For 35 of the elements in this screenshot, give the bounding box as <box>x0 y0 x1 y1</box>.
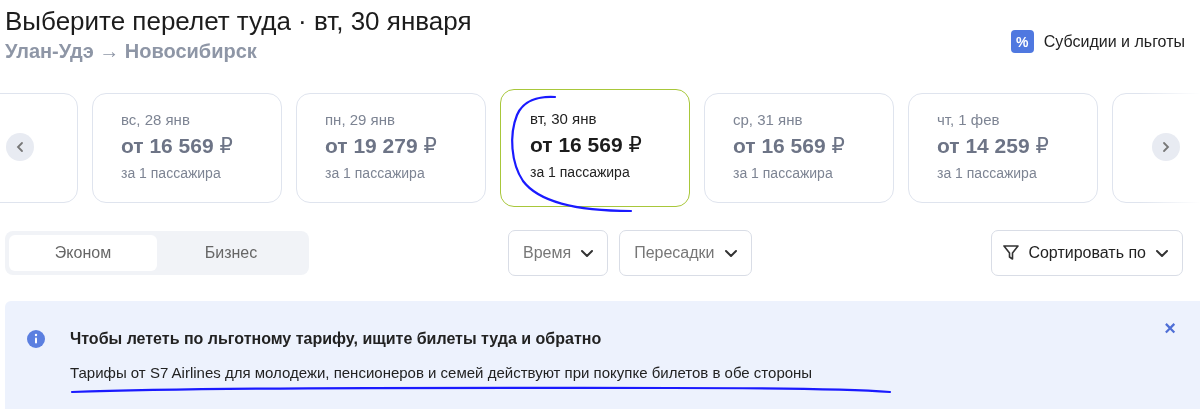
card-price: от 14 259 ₽ <box>937 134 1050 158</box>
banner-title: Чтобы лететь по льготному тарифу, ищите билеты туда и обратно <box>70 330 603 348</box>
card-date: вт, 30 янв <box>530 110 598 127</box>
info-icon <box>27 330 45 348</box>
close-button[interactable]: × <box>1160 320 1180 336</box>
page-title: Выберите перелет туда · вт, 30 января <box>5 5 472 37</box>
card-note: за 1 пассажира <box>121 165 222 181</box>
cabin-tab[interactable]: Эконом <box>9 235 157 271</box>
card-note: за 1 пассажира <box>530 164 631 180</box>
cabin-tab[interactable]: Бизнес <box>157 235 305 271</box>
date-card[interactable]: вт, 30 янв от 16 569 ₽ за 1 пассажира <box>500 89 690 207</box>
card-note: за 1 пассажира <box>733 165 834 181</box>
card-date: пн, 29 янв <box>325 111 396 128</box>
route-text: Улан-Удэ → Новосибирск <box>5 40 258 63</box>
card-price: от 19 279 ₽ <box>325 134 438 158</box>
card-note: за 1 пассажира <box>325 165 426 181</box>
date-card[interactable]: чт, 1 фев от 14 259 ₽ за 1 пассажира <box>908 93 1098 203</box>
card-date: ср, 31 янв <box>733 111 804 128</box>
card-price: от 16 569 ₽ <box>530 133 643 157</box>
subsidies-text: Субсидии и льготы <box>1043 32 1185 51</box>
card-price: от 16 569 ₽ <box>121 134 234 158</box>
date-card[interactable]: пн, 29 янв от 19 279 ₽ за 1 пассажира <box>296 93 486 203</box>
card-date: вс, 28 янв <box>121 111 191 128</box>
card-date: чт, 1 фев <box>937 111 1001 128</box>
banner-text: Тарифы от S7 Airlines для молодежи, пенсионеров и семей действуют при покупке билетов в обе стороны <box>70 364 814 381</box>
date-card[interactable]: ср, 31 янв от 16 569 ₽ за 1 пассажира <box>704 93 894 203</box>
subsidies-link[interactable]: % Субсидии и льготы <box>1010 30 1185 53</box>
filter-icon <box>1002 244 1021 262</box>
card-price: от 16 569 ₽ <box>733 134 846 158</box>
filter-dropdown[interactable]: Время <box>508 230 609 276</box>
percent-icon: % <box>1010 30 1034 53</box>
card-note: за 1 пассажира <box>937 165 1038 181</box>
date-card[interactable]: вс, 28 янв от 16 569 ₽ за 1 пассажира <box>92 93 282 203</box>
sort-dropdown[interactable]: Сортировать по <box>991 230 1183 276</box>
filter-dropdown[interactable]: Пересадки <box>619 230 752 276</box>
